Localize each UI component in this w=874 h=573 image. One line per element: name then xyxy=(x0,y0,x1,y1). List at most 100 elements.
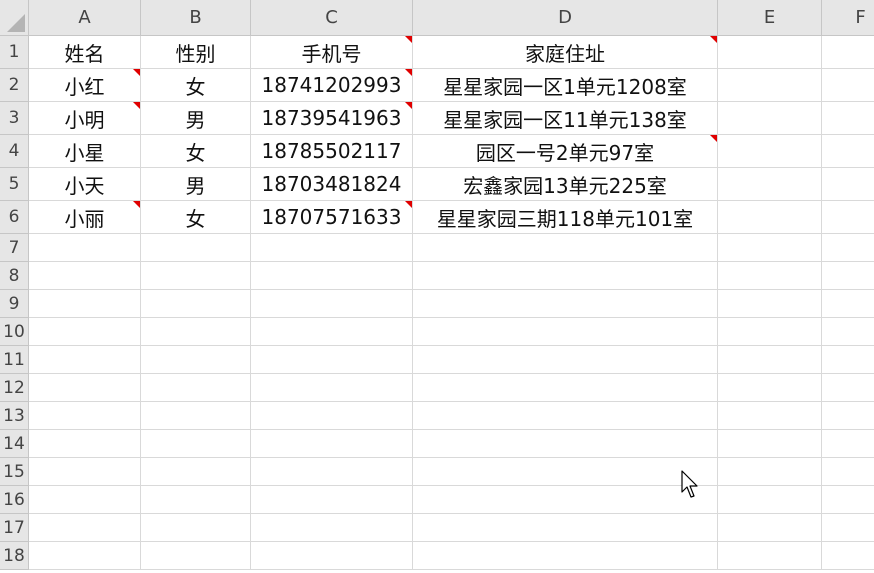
row-header-13[interactable]: 13 xyxy=(0,402,29,430)
cell-f13[interactable] xyxy=(822,402,874,430)
cell-b14[interactable] xyxy=(141,430,251,458)
column-header-c[interactable]: C xyxy=(251,0,413,36)
cell-b15[interactable] xyxy=(141,458,251,486)
cell-f16[interactable] xyxy=(822,486,874,514)
row-header-7[interactable]: 7 xyxy=(0,234,29,262)
cell-c15[interactable] xyxy=(251,458,413,486)
cell-a10[interactable] xyxy=(29,318,141,346)
cell-f5[interactable] xyxy=(822,168,874,201)
cell-f15[interactable] xyxy=(822,458,874,486)
cell-c12[interactable] xyxy=(251,374,413,402)
cell-f4[interactable] xyxy=(822,135,874,168)
row-header-16[interactable]: 16 xyxy=(0,486,29,514)
cell-c2[interactable]: 18741202993 xyxy=(251,69,413,102)
cell-c11[interactable] xyxy=(251,346,413,374)
column-header-d[interactable]: D xyxy=(413,0,718,36)
cell-b1[interactable]: 性别 xyxy=(141,36,251,69)
cell-f12[interactable] xyxy=(822,374,874,402)
column-header-e[interactable]: E xyxy=(718,0,822,36)
row-header-8[interactable]: 8 xyxy=(0,262,29,290)
row-header-15[interactable]: 15 xyxy=(0,458,29,486)
cell-f2[interactable] xyxy=(822,69,874,102)
cell-c8[interactable] xyxy=(251,262,413,290)
cell-f1[interactable] xyxy=(822,36,874,69)
cell-d14[interactable] xyxy=(413,430,718,458)
cell-d9[interactable] xyxy=(413,290,718,318)
column-header-b[interactable]: B xyxy=(141,0,251,36)
cell-b6[interactable]: 女 xyxy=(141,201,251,234)
column-header-f[interactable]: F xyxy=(822,0,874,36)
cell-e10[interactable] xyxy=(718,318,822,346)
cell-c16[interactable] xyxy=(251,486,413,514)
row-header-5[interactable]: 5 xyxy=(0,168,29,201)
cell-c14[interactable] xyxy=(251,430,413,458)
row-header-3[interactable]: 3 xyxy=(0,102,29,135)
cell-b13[interactable] xyxy=(141,402,251,430)
cell-d17[interactable] xyxy=(413,514,718,542)
cell-d5[interactable]: 宏鑫家园13单元225室 xyxy=(413,168,718,201)
cell-c5[interactable]: 18703481824 xyxy=(251,168,413,201)
row-header-4[interactable]: 4 xyxy=(0,135,29,168)
row-header-18[interactable]: 18 xyxy=(0,542,29,570)
spreadsheet-grid[interactable]: A B C D E F 1 姓名 性别 手机号 家庭住址 2 小红女 18741202993 星星家园一区1… xyxy=(0,0,874,573)
cell-a2[interactable]: 小红 xyxy=(29,69,141,102)
cell-b8[interactable] xyxy=(141,262,251,290)
cell-d7[interactable] xyxy=(413,234,718,262)
cell-e17[interactable] xyxy=(718,514,822,542)
cell-a17[interactable] xyxy=(29,514,141,542)
row-header-12[interactable]: 12 xyxy=(0,374,29,402)
cell-a16[interactable] xyxy=(29,486,141,514)
cell-b11[interactable] xyxy=(141,346,251,374)
cell-a13[interactable] xyxy=(29,402,141,430)
cell-b7[interactable] xyxy=(141,234,251,262)
cell-b12[interactable] xyxy=(141,374,251,402)
comment-indicator-icon[interactable] xyxy=(710,135,717,142)
cell-e8[interactable] xyxy=(718,262,822,290)
cell-d4[interactable]: 园区一号2单元97室 xyxy=(413,135,718,168)
cell-b3[interactable]: 男 xyxy=(141,102,251,135)
cell-f17[interactable] xyxy=(822,514,874,542)
cell-c18[interactable] xyxy=(251,542,413,570)
cell-c7[interactable] xyxy=(251,234,413,262)
cell-a1[interactable]: 姓名 xyxy=(29,36,141,69)
cell-a3[interactable]: 小明 xyxy=(29,102,141,135)
cell-d13[interactable] xyxy=(413,402,718,430)
cell-b17[interactable] xyxy=(141,514,251,542)
cell-c1[interactable]: 手机号 xyxy=(251,36,413,69)
row-header-11[interactable]: 11 xyxy=(0,346,29,374)
cell-e4[interactable] xyxy=(718,135,822,168)
column-header-a[interactable]: A xyxy=(29,0,141,36)
cell-e5[interactable] xyxy=(718,168,822,201)
cell-e14[interactable] xyxy=(718,430,822,458)
cell-a11[interactable] xyxy=(29,346,141,374)
cell-d6[interactable]: 星星家园三期118单元101室 xyxy=(413,201,718,234)
cell-f6[interactable] xyxy=(822,201,874,234)
row-header-10[interactable]: 10 xyxy=(0,318,29,346)
row-header-14[interactable]: 14 xyxy=(0,430,29,458)
comment-indicator-icon[interactable] xyxy=(133,69,140,76)
cell-a8[interactable] xyxy=(29,262,141,290)
cell-f11[interactable] xyxy=(822,346,874,374)
cell-b9[interactable] xyxy=(141,290,251,318)
cell-d12[interactable] xyxy=(413,374,718,402)
cell-f7[interactable] xyxy=(822,234,874,262)
cell-b5[interactable]: 男 xyxy=(141,168,251,201)
cell-d1[interactable]: 家庭住址 xyxy=(413,36,718,69)
cell-d18[interactable] xyxy=(413,542,718,570)
cell-d15[interactable] xyxy=(413,458,718,486)
cell-e12[interactable] xyxy=(718,374,822,402)
cell-c6[interactable]: 18707571633 xyxy=(251,201,413,234)
cell-c9[interactable] xyxy=(251,290,413,318)
select-all-corner[interactable] xyxy=(0,0,29,36)
cell-b2[interactable]: 女 xyxy=(141,69,251,102)
cell-a9[interactable] xyxy=(29,290,141,318)
cell-f8[interactable] xyxy=(822,262,874,290)
cell-d3[interactable]: 星星家园一区11单元138室 xyxy=(413,102,718,135)
cell-b16[interactable] xyxy=(141,486,251,514)
cell-e6[interactable] xyxy=(718,201,822,234)
cell-e16[interactable] xyxy=(718,486,822,514)
comment-indicator-icon[interactable] xyxy=(405,36,412,43)
cell-a4[interactable]: 小星 xyxy=(29,135,141,168)
row-header-17[interactable]: 17 xyxy=(0,514,29,542)
cell-e3[interactable] xyxy=(718,102,822,135)
